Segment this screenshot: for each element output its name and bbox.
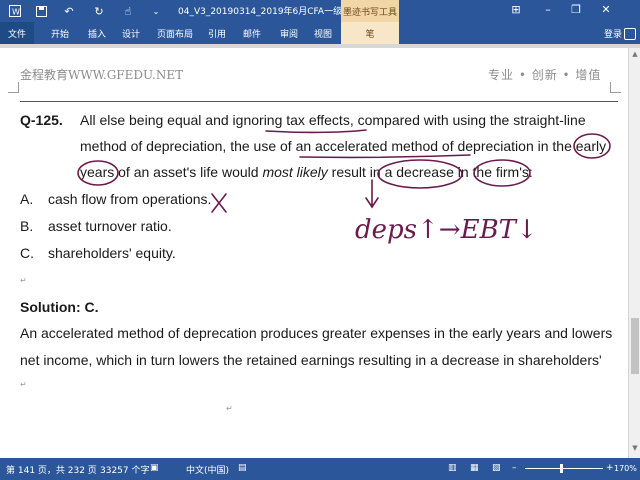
tab-layout[interactable]: 页面布局 [157, 27, 193, 40]
question-number-label: Q-125. [20, 112, 63, 128]
save-icon[interactable] [34, 3, 48, 19]
maximize-button[interactable]: ❐ [566, 3, 586, 16]
option-a-text: cash flow from operations. [48, 191, 212, 207]
login-link[interactable]: 登录 [604, 27, 622, 40]
scroll-thumb[interactable] [631, 318, 639, 374]
crop-mark [610, 82, 621, 93]
language-status[interactable]: 中文(中国) [186, 463, 229, 476]
redo-icon[interactable]: ↻ [92, 3, 106, 19]
solution-label: Solution: C. [20, 299, 99, 315]
tab-design[interactable]: 设计 [122, 27, 140, 40]
crop-mark [8, 82, 19, 93]
zoom-slider-thumb[interactable] [560, 464, 563, 473]
option-b-text: asset turnover ratio. [48, 218, 172, 234]
undo-icon[interactable]: ↶ [62, 3, 76, 19]
tab-home[interactable]: 开始 [51, 27, 69, 40]
word-app-icon: W [8, 3, 22, 19]
paragraph-mark: ↵ [20, 380, 27, 389]
page-header-left: 金程教育WWW.GFEDU.NET [20, 68, 184, 82]
question-number: Q-125. [20, 112, 63, 128]
header-divider [20, 101, 618, 102]
minimize-button[interactable]: – [538, 3, 558, 16]
tab-mailings[interactable]: 邮件 [243, 27, 261, 40]
question-line-1: All else being equal and ignoring tax ef… [80, 112, 586, 128]
paragraph-mark: ↵ [20, 276, 27, 285]
macro-recording-icon[interactable]: ▤ [238, 463, 247, 473]
tab-pen[interactable]: 笔 [341, 22, 399, 44]
option-a-letter: A. [20, 191, 34, 207]
account-icon[interactable] [624, 28, 636, 40]
print-layout-icon[interactable]: ▦ [470, 463, 479, 473]
solution-line-1: An accelerated method of deprecation pro… [20, 325, 613, 341]
ribbon-tabs: 文件 开始 插入 设计 页面布局 引用 邮件 审阅 视图 笔 登录 [0, 22, 640, 44]
paragraph-mark: ↵ [226, 404, 233, 413]
tab-references[interactable]: 引用 [208, 27, 226, 40]
page-header-right: 专业 • 创新 • 增值 [488, 68, 602, 82]
solution-line-2: net income, which in turn lowers the ret… [20, 352, 602, 368]
tab-review[interactable]: 审阅 [280, 27, 298, 40]
close-button[interactable]: ✕ [596, 3, 616, 16]
scroll-down-icon[interactable]: ▼ [629, 444, 640, 454]
zoom-slider[interactable] [525, 468, 603, 469]
title-bar: W ↶ ↻ ☝ ⌄ 04_V3_20190314_2019年6月CFA一级百题预… [0, 0, 640, 22]
svg-text:W: W [12, 8, 20, 17]
word-count[interactable]: 33257 个字 [100, 463, 150, 476]
tab-file[interactable]: 文件 [0, 22, 34, 44]
read-mode-icon[interactable]: ▥ [448, 463, 457, 473]
zoom-out-icon[interactable]: – [512, 463, 517, 473]
question-line-3-a: years of an asset's life would [80, 164, 263, 180]
zoom-in-icon[interactable]: + [606, 463, 614, 473]
zoom-level[interactable]: 170% [614, 464, 637, 473]
scroll-up-icon[interactable]: ▲ [629, 50, 640, 60]
status-bar: 第 141 页，共 232 页 33257 个字 ▣ 中文(中国) ▤ ▥ ▦ … [0, 458, 640, 480]
context-tab-group-title: 墨迹书写工具 [341, 0, 399, 22]
touch-mode-icon[interactable]: ☝ [120, 3, 136, 19]
question-line-3-c: result in a decrease in the firm's: [327, 164, 533, 180]
question-line-2: method of depreciation, the use of an ac… [80, 138, 607, 154]
tab-insert[interactable]: 插入 [88, 27, 106, 40]
option-b-letter: B. [20, 218, 34, 234]
emphasis-most-likely: most likely [262, 164, 328, 180]
tab-view[interactable]: 视图 [314, 27, 332, 40]
question-line-3: years of an asset's life would most like… [80, 164, 533, 180]
vertical-scrollbar[interactable]: ▲ ▼ [628, 48, 640, 458]
option-c-letter: C. [20, 245, 34, 261]
customize-qat-icon[interactable]: ⌄ [150, 3, 162, 19]
ribbon-display-options-icon[interactable]: ⊞ [506, 3, 526, 16]
proofing-icon[interactable]: ▣ [150, 463, 159, 473]
page-count[interactable]: 第 141 页，共 232 页 [6, 463, 97, 476]
web-layout-icon[interactable]: ▧ [492, 463, 501, 473]
option-c-text: shareholders' equity. [48, 245, 176, 261]
